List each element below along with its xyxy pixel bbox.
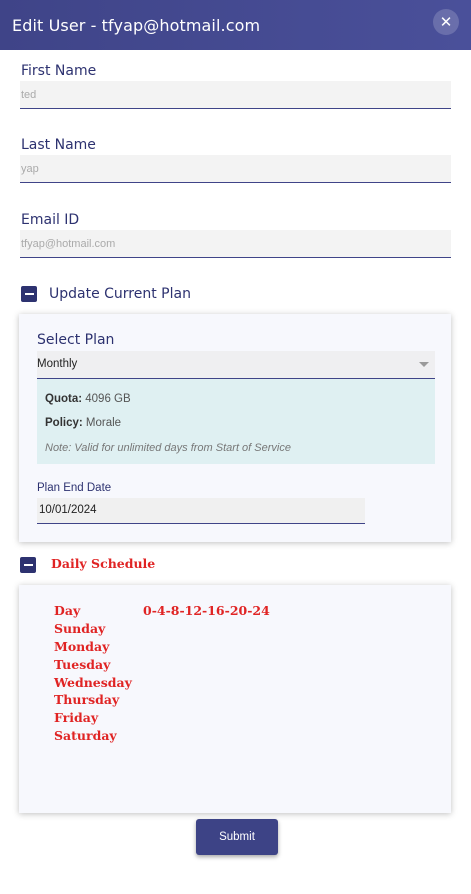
policy-value: Morale (85, 417, 122, 429)
schedule-day-header: Day (54, 603, 81, 618)
close-icon: ✕ (439, 13, 453, 31)
plan-end-date-field[interactable]: 10/01/2024 (37, 498, 365, 524)
dialog-header: Edit User - tfyap@hotmail.com ✕ (0, 0, 471, 50)
dialog-title: Edit User - tfyap@hotmail.com (12, 15, 261, 35)
first-name-label: First Name (21, 63, 97, 79)
schedule-day-thursday: Thursday (54, 692, 120, 707)
plan-collapse-icon[interactable] (21, 286, 37, 302)
first-name-field[interactable] (20, 81, 451, 109)
close-button[interactable]: ✕ (433, 9, 459, 35)
submit-button[interactable]: Submit (196, 819, 278, 855)
email-label: Email ID (21, 212, 80, 228)
chevron-down-icon (419, 362, 429, 367)
policy-row: Policy: Morale (45, 417, 121, 429)
quota-label: Quota: (45, 393, 83, 405)
select-plan-label: Select Plan (37, 332, 115, 348)
schedule-card: Day 0-4-8-12-16-20-24 Sunday Monday Tues… (19, 585, 451, 813)
plan-card: Select Plan Monthly Quota: 4096 GB Polic… (19, 314, 451, 542)
plan-section-title[interactable]: Update Current Plan (49, 286, 191, 302)
schedule-section-title[interactable]: Daily Schedule (51, 556, 155, 571)
last-name-field[interactable] (20, 155, 451, 183)
email-field[interactable] (20, 230, 451, 258)
schedule-day-wednesday: Wednesday (54, 675, 132, 690)
plan-select-value: Monthly (37, 358, 78, 370)
schedule-day-monday: Monday (54, 639, 110, 654)
plan-note: Note: Valid for unlimited days from Star… (45, 442, 291, 454)
schedule-hours-header: 0-4-8-12-16-20-24 (143, 603, 270, 618)
plan-select[interactable]: Monthly (37, 351, 435, 379)
quota-value: 4096 GB (85, 393, 131, 405)
schedule-day-friday: Friday (54, 710, 99, 725)
last-name-label: Last Name (21, 137, 96, 153)
plan-end-date-label: Plan End Date (37, 482, 112, 494)
schedule-day-sunday: Sunday (54, 621, 106, 636)
schedule-day-tuesday: Tuesday (54, 657, 111, 672)
plan-info-box: Quota: 4096 GB Policy: Morale Note: Vali… (37, 379, 435, 464)
schedule-day-saturday: Saturday (54, 728, 117, 743)
schedule-collapse-icon[interactable] (20, 557, 36, 573)
quota-row: Quota: 4096 GB (45, 393, 131, 405)
policy-label: Policy: (45, 417, 83, 429)
